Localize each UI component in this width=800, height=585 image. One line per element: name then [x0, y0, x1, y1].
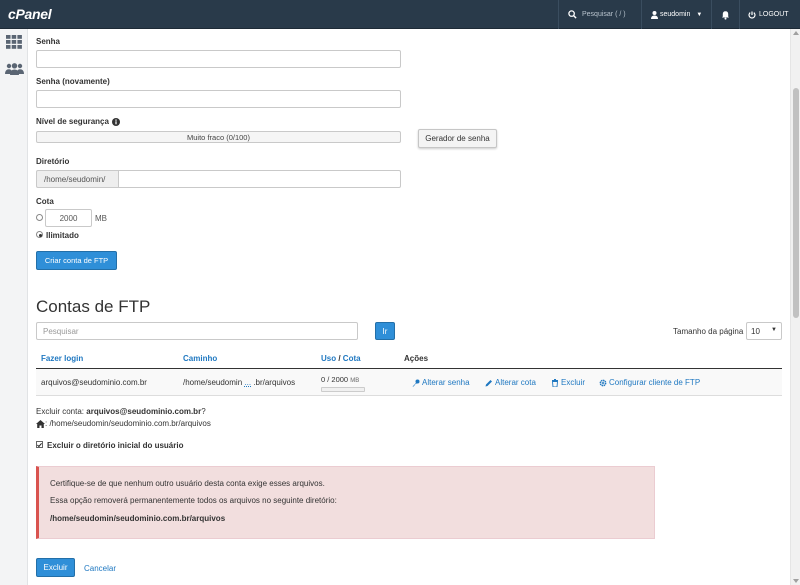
column-usage-quota: Uso / Cota [321, 354, 361, 363]
home-directory-line: : /home/seudomin/seudominio.com.br/arqui… [36, 419, 211, 428]
change-quota-action[interactable]: Alterar cota [485, 378, 536, 387]
delete-prompt: Excluir conta: arquivos@seudominio.com.b… [36, 407, 206, 416]
directory-label: Diretório [36, 157, 70, 166]
cpanel-logo[interactable]: cPanel [8, 6, 52, 22]
row-usage-value: 0 / 2000 [321, 375, 349, 384]
bell-icon [722, 10, 729, 20]
strength-label: Nível de segurança [36, 117, 109, 126]
users-icon[interactable] [5, 63, 24, 77]
delete-home-checkbox-label: Excluir o diretório inicial do usuário [47, 441, 184, 450]
column-actions: Ações [404, 354, 429, 363]
password-again-input[interactable] [36, 90, 401, 108]
row-login: arquivos@seudominio.com.br [41, 378, 147, 387]
global-search-placeholder: Pesquisar ( / ) [582, 11, 626, 18]
warning-line-1: Certifique-se de que nenhum outro usuári… [50, 479, 325, 488]
gear-icon [599, 379, 607, 386]
usage-progress-bar [321, 387, 365, 392]
strength-value: Muito fraco (0/100) [187, 132, 250, 142]
quota-limited-radio[interactable] [36, 214, 43, 221]
logo-text: cPanel [8, 6, 52, 22]
change-quota-label: Alterar cota [495, 378, 536, 387]
row-usage: 0 / 2000 MB [321, 375, 359, 384]
grid-icon[interactable] [6, 35, 22, 51]
password-label: Senha [36, 37, 61, 46]
column-login[interactable]: Fazer login [41, 354, 83, 363]
column-quota[interactable]: Cota [343, 354, 361, 363]
password-generator-button[interactable]: Gerador de senha [418, 129, 497, 148]
change-password-label: Alterar senha [422, 378, 470, 387]
quota-input[interactable]: 2000 [45, 209, 92, 227]
password-again-label: Senha (novamente) [36, 77, 110, 86]
change-password-action[interactable]: Alterar senha [412, 378, 470, 387]
logout-label: LOGOUT [759, 11, 789, 18]
column-usage[interactable]: Uso [321, 354, 336, 363]
scroll-thumb[interactable] [793, 88, 799, 318]
scroll-down-icon[interactable] [793, 579, 799, 583]
search-icon [568, 10, 577, 19]
row-path: /home/seudomin ... .br/arquivos [183, 378, 295, 387]
column-usage-separator: / [336, 354, 343, 363]
page-size-value: 10 [751, 326, 760, 336]
warning-line-2: Essa opção removerá permanentemente todo… [50, 496, 337, 505]
row-path-ellipsis[interactable]: ... [244, 378, 251, 387]
quota-label: Cota [36, 197, 54, 206]
page-scrollbar[interactable] [790, 29, 800, 585]
strength-meter: Muito fraco (0/100) [36, 131, 401, 143]
check-icon [37, 442, 42, 447]
logout-button[interactable]: LOGOUT [739, 0, 800, 29]
delete-label: Excluir [561, 378, 586, 387]
accounts-search-input[interactable]: Pesquisar [36, 322, 358, 340]
page-size-select[interactable]: 10 ▼ [746, 322, 782, 340]
configure-ftp-client-action[interactable]: Configurar cliente de FTP [599, 378, 700, 387]
delete-home-checkbox[interactable] [36, 441, 43, 448]
quota-unlimited-label: Ilimitado [46, 231, 79, 240]
logout-icon [748, 11, 756, 19]
trash-icon [552, 378, 558, 387]
column-path[interactable]: Caminho [183, 354, 217, 363]
password-input[interactable] [36, 50, 401, 68]
user-icon [651, 10, 658, 19]
home-icon [36, 419, 45, 428]
info-icon[interactable] [111, 117, 120, 126]
warning-alert: Certifique-se de que nenhum outro usuári… [36, 466, 655, 539]
directory-input[interactable] [118, 170, 401, 188]
ftp-accounts-heading: Contas de FTP [36, 297, 151, 316]
row-path-end: .br/arquivos [253, 378, 296, 387]
chevron-down-icon: ▼ [771, 327, 777, 333]
scroll-up-icon[interactable] [793, 31, 799, 35]
top-navbar: cPanel Pesquisar ( / ) seudomin ▼ LOGOUT [0, 0, 800, 29]
row-path-start: /home/seudomin [183, 378, 243, 387]
delete-prompt-account: arquivos@seudominio.com.br [86, 407, 202, 416]
warning-path: /home/seudomin/seudominio.com.br/arquivo… [50, 514, 226, 523]
cancel-link[interactable]: Cancelar [84, 564, 116, 573]
sidebar [0, 29, 28, 585]
row-usage-unit: MB [350, 378, 360, 384]
key-icon [412, 379, 420, 386]
delete-action[interactable]: Excluir [551, 378, 585, 387]
strength-label-row: Nível de segurança [36, 117, 120, 126]
delete-prompt-suffix: ? [201, 407, 206, 416]
go-button[interactable]: Ir [375, 322, 395, 340]
directory-prefix: /home/seudomin/ [36, 170, 118, 188]
chevron-down-icon: ▼ [696, 11, 703, 18]
notifications-button[interactable] [711, 0, 739, 29]
username: seudomin [660, 11, 691, 18]
global-search[interactable]: Pesquisar ( / ) [558, 0, 640, 29]
user-menu[interactable]: seudomin ▼ [641, 0, 711, 29]
quota-unlimited-radio[interactable] [36, 231, 43, 238]
confirm-delete-button[interactable]: Excluir [36, 558, 75, 577]
create-ftp-account-button[interactable]: Criar conta de FTP [36, 251, 117, 270]
page-size-label: Tamanho da página [673, 327, 744, 336]
home-directory-path: : /home/seudomin/seudominio.com.br/arqui… [45, 419, 211, 428]
configure-ftp-client-label: Configurar cliente de FTP [609, 378, 701, 387]
delete-prompt-prefix: Excluir conta: [36, 407, 87, 416]
pencil-icon [485, 379, 492, 386]
accounts-search-placeholder: Pesquisar [43, 326, 79, 336]
quota-unit: MB [95, 214, 107, 223]
